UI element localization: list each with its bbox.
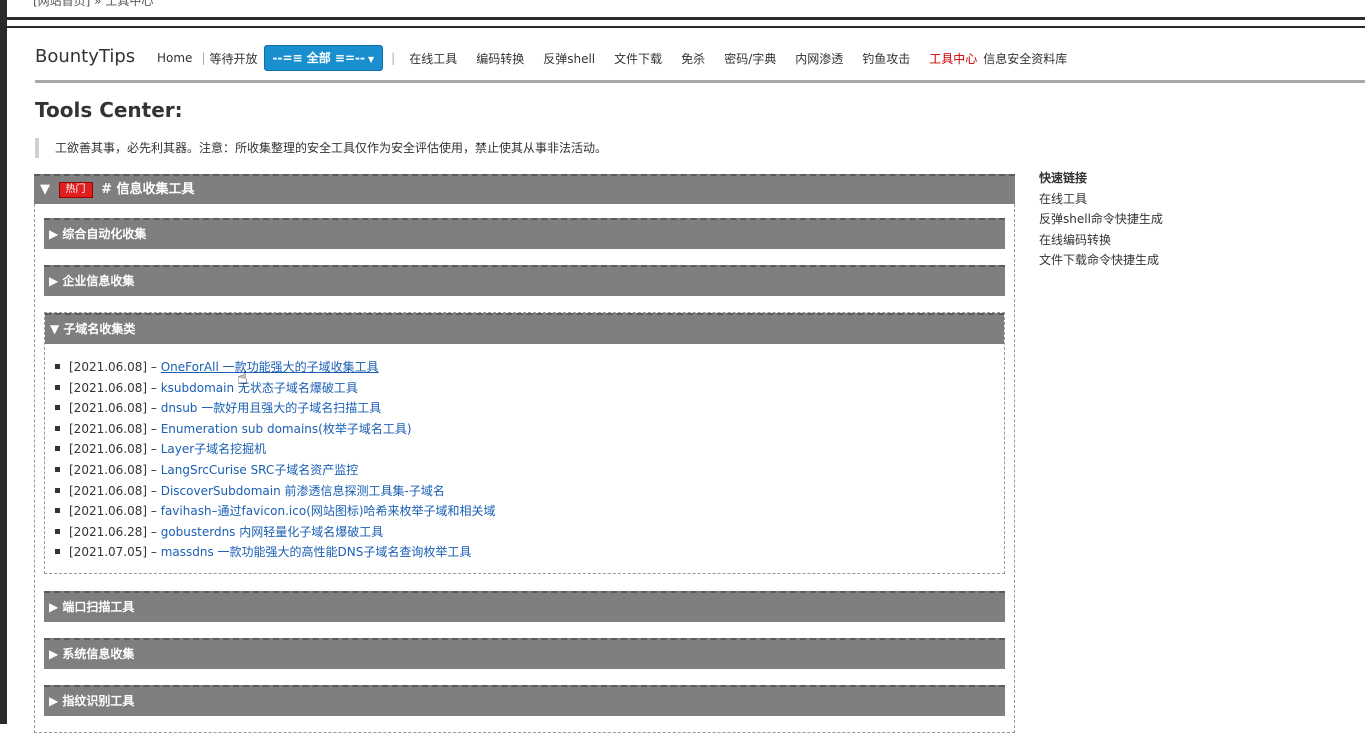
item-date: [2021.06.08] –: [69, 401, 157, 416]
list-item: [2021.06.08] – LangSrcCurise SRC子域名资产监控: [55, 460, 1004, 481]
item-date: [2021.06.08] –: [69, 442, 157, 457]
hot-badge: 热门: [58, 181, 93, 198]
nav-separator: |: [201, 51, 206, 65]
bullet-icon: [55, 528, 60, 534]
top-divider: [7, 20, 1365, 28]
item-date: [2021.06.08] –: [69, 421, 157, 436]
list-item: [2021.06.08] – OneForAll 一款功能强大的子域收集工具: [55, 357, 1004, 378]
nav-password-dict[interactable]: 密码/字典: [724, 50, 776, 67]
subcategory-subdomain-open: ▼ 子域名收集类 [2021.06.08] – OneForAll 一款功能强大…: [44, 312, 1005, 574]
bullet-icon: [55, 425, 60, 431]
list-item: [2021.06.08] – Enumeration sub domains(枚…: [55, 419, 1004, 440]
nav-encoding[interactable]: 编码转换: [476, 50, 524, 67]
quick-links-panel: 快速链接 在线工具 反弹shell命令快捷生成 在线编码转换 文件下载命令快捷生…: [1039, 168, 1163, 271]
bullet-icon: [55, 384, 60, 390]
dropdown-label: --=≡ 全部 ≡=--: [272, 51, 366, 65]
tool-link[interactable]: favihash–通过favicon.ico(网站图标)哈希来枚举子域和相关域: [161, 504, 496, 518]
nav-online-tools[interactable]: 在线工具: [409, 50, 457, 67]
nav-phishing[interactable]: 钓鱼攻击: [862, 50, 910, 67]
nav-av-bypass[interactable]: 免杀: [681, 50, 705, 67]
item-date: [2021.06.08] –: [69, 380, 157, 395]
item-date: [2021.06.08] –: [69, 483, 157, 498]
list-item: [2021.06.08] – favihash–通过favicon.ico(网站…: [55, 501, 1004, 522]
quick-link-reverse-shell[interactable]: 反弹shell命令快捷生成: [1039, 209, 1163, 230]
nav-pending[interactable]: 等待开放: [209, 50, 257, 67]
tool-link[interactable]: LangSrcCurise SRC子域名资产监控: [161, 463, 359, 477]
tool-link[interactable]: Enumeration sub domains(枚举子域名工具): [161, 422, 412, 436]
subcategory-port-scan[interactable]: ▶ 端口扫描工具: [44, 590, 1005, 622]
category-header-info-gathering[interactable]: ▼ 热门 # 信息收集工具: [34, 174, 1015, 204]
chevron-down-icon: ▼: [368, 55, 375, 64]
quick-link-online-tools[interactable]: 在线工具: [1039, 189, 1163, 210]
list-item: [2021.06.28] – gobusterdns 内网轻量化子域名爆破工具: [55, 522, 1004, 543]
bullet-icon: [55, 549, 60, 555]
category-dropdown[interactable]: --=≡ 全部 ≡=-- ▼: [263, 45, 384, 71]
bullet-icon: [55, 364, 60, 369]
bullet-icon: [55, 487, 60, 493]
tool-link[interactable]: gobusterdns 内网轻量化子域名爆破工具: [161, 525, 384, 539]
nav-intranet[interactable]: 内网渗透: [795, 50, 843, 67]
list-item: [2021.06.08] – Layer子域名挖掘机: [55, 439, 1004, 460]
subcategory-fingerprint[interactable]: ▶ 指纹识别工具: [44, 684, 1005, 716]
page-title: Tools Center:: [35, 98, 183, 122]
list-item: [2021.06.08] – DiscoverSubdomain 前渗透信息探测…: [55, 481, 1004, 502]
tool-list: [2021.06.08] – OneForAll 一款功能强大的子域收集工具 […: [45, 344, 1004, 573]
list-item: [2021.07.05] – massdns 一款功能强大的高性能DNS子域名查…: [55, 542, 1004, 563]
nav-items: Home | 等待开放 --=≡ 全部 ≡=-- ▼ | 在线工具 编码转换 反弹…: [157, 45, 1086, 71]
subcategory-automation[interactable]: ▶ 综合自动化收集: [44, 218, 1005, 249]
window-frame-left: [0, 0, 7, 724]
bullet-icon: [55, 508, 60, 514]
quick-links-title: 快速链接: [1039, 171, 1088, 185]
subcategory-enterprise[interactable]: ▶ 企业信息收集: [44, 265, 1005, 296]
category-label: # 信息收集工具: [101, 182, 195, 197]
bullet-icon: [55, 446, 60, 452]
item-date: [2021.06.08] –: [69, 462, 157, 477]
item-date: [2021.06.28] –: [69, 524, 157, 539]
nav-file-download[interactable]: 文件下载: [614, 50, 662, 67]
breadcrumb: [网站首页] » 工具中心: [33, 0, 154, 8]
item-date: [2021.06.08] –: [69, 360, 157, 374]
tool-link[interactable]: massdns 一款功能强大的高性能DNS子域名查询枚举工具: [161, 545, 472, 559]
nav-tools-center[interactable]: 工具中心: [929, 50, 977, 67]
nav-security-library[interactable]: 信息安全资料库: [983, 50, 1067, 67]
nav-home[interactable]: Home: [157, 51, 192, 65]
tool-link[interactable]: ksubdomain 无状态子域名爆破工具: [161, 381, 358, 395]
tool-link[interactable]: OneForAll 一款功能强大的子域收集工具: [161, 360, 379, 374]
collapse-arrow-icon: ▼: [40, 182, 50, 197]
quick-link-encoding[interactable]: 在线编码转换: [1039, 230, 1163, 251]
main-nav: BountyTips Home | 等待开放 --=≡ 全部 ≡=-- ▼ | 在…: [35, 40, 1365, 83]
list-item: [2021.06.08] – dnsub 一款好用且强大的子域名扫描工具: [55, 398, 1004, 419]
list-item: [2021.06.08] – ksubdomain 无状态子域名爆破工具: [55, 378, 1004, 399]
quick-link-file-download[interactable]: 文件下载命令快捷生成: [1039, 250, 1163, 271]
breadcrumb-bar: [网站首页] » 工具中心: [7, 0, 1365, 20]
subcategory-subdomain[interactable]: ▼ 子域名收集类: [45, 313, 1004, 344]
nav-separator: |: [391, 51, 396, 65]
bullet-icon: [55, 466, 60, 472]
subcategory-system-info[interactable]: ▶ 系统信息收集: [44, 637, 1005, 669]
hand-cursor-icon: ☝: [237, 368, 248, 389]
item-date: [2021.06.08] –: [69, 504, 157, 519]
item-date: [2021.07.05] –: [69, 545, 157, 560]
tool-link[interactable]: dnsub 一款好用且强大的子域名扫描工具: [161, 401, 382, 415]
nav-reverse-shell[interactable]: 反弹shell: [543, 50, 595, 67]
bullet-icon: [55, 405, 60, 411]
tool-tree: ▼ 热门 # 信息收集工具 ▶ 综合自动化收集 ▶ 企业信息收集 ▼ 子域名收集…: [34, 174, 1015, 733]
category-body: ▶ 综合自动化收集 ▶ 企业信息收集 ▼ 子域名收集类 [2021.06.08]…: [34, 204, 1015, 733]
site-brand[interactable]: BountyTips: [35, 46, 135, 67]
tool-link[interactable]: Layer子域名挖掘机: [161, 442, 266, 456]
tool-link[interactable]: DiscoverSubdomain 前渗透信息探测工具集-子域名: [161, 484, 445, 498]
notice-quote: 工欲善其事，必先利其器。注意：所收集整理的安全工具仅作为安全评估使用，禁止使其从…: [35, 138, 755, 158]
